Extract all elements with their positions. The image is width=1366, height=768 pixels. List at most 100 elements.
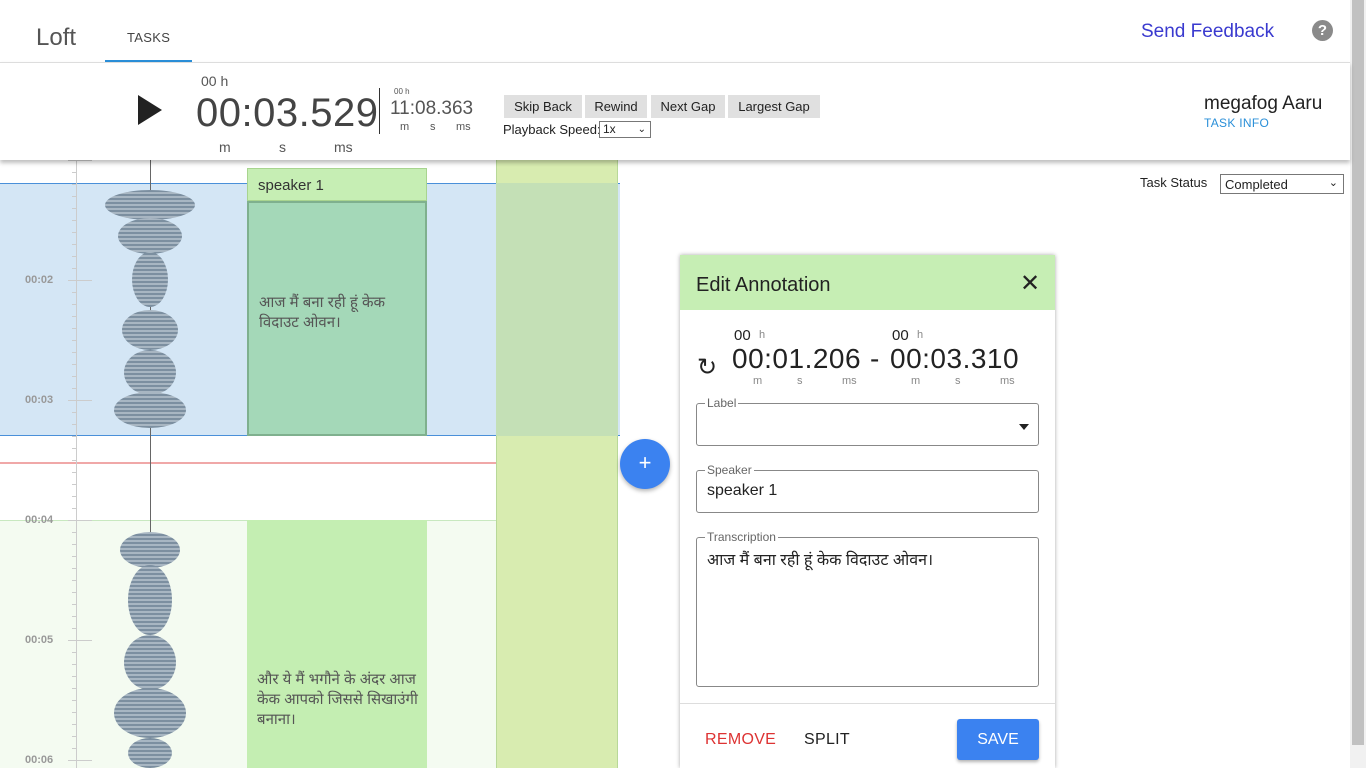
transcription-legend: Transcription bbox=[705, 530, 778, 544]
end-time[interactable]: 00:03.310 bbox=[890, 343, 1019, 375]
ruler-tick bbox=[72, 616, 77, 617]
annotation-text: आज मैं बना रही हूं केक विदाउट ओवन। bbox=[259, 294, 386, 331]
current-hours: 00 h bbox=[201, 73, 229, 89]
end-unit-milliseconds: ms bbox=[1000, 375, 1015, 387]
remove-button[interactable]: REMOVE bbox=[705, 731, 776, 749]
start-unit-minutes: m bbox=[753, 375, 763, 387]
label-legend: Label bbox=[705, 396, 739, 410]
playback-speed-value: 1x bbox=[603, 122, 616, 136]
ruler-tick bbox=[72, 496, 77, 497]
refresh-icon[interactable]: ↻ bbox=[697, 353, 717, 382]
ruler-tick bbox=[72, 556, 77, 557]
ruler-tick bbox=[72, 412, 77, 413]
waveform-peak bbox=[122, 310, 178, 350]
end-unit-seconds: s bbox=[955, 375, 961, 387]
close-icon[interactable]: ✕ bbox=[1020, 269, 1040, 298]
ruler-tick bbox=[72, 256, 77, 257]
speaker-value: speaker 1 bbox=[707, 482, 778, 499]
waveform-peak bbox=[118, 218, 182, 254]
ruler-tick bbox=[72, 532, 77, 533]
task-status-label: Task Status bbox=[1140, 175, 1208, 190]
ruler-tick bbox=[72, 472, 77, 473]
add-annotation-button[interactable]: + bbox=[620, 439, 670, 489]
annotation-text: और ये मैं भगौने के अंदर आज केक आपको जिसस… bbox=[257, 671, 418, 728]
send-feedback-link[interactable]: Send Feedback bbox=[1141, 21, 1274, 43]
waveform-peak bbox=[132, 252, 168, 307]
ruler-tick bbox=[72, 460, 77, 461]
play-icon[interactable] bbox=[138, 95, 162, 125]
ruler-tick bbox=[72, 568, 77, 569]
duration-unit-seconds: s bbox=[430, 121, 436, 133]
chevron-down-icon: ⌄ bbox=[1328, 177, 1338, 189]
ruler-tick bbox=[72, 352, 77, 353]
start-hours-unit: h bbox=[759, 329, 766, 341]
ruler-tick bbox=[72, 208, 77, 209]
next-gap-button[interactable]: Next Gap bbox=[651, 95, 725, 118]
ruler-tick bbox=[72, 316, 77, 317]
dialog-header: Edit Annotation ✕ bbox=[680, 255, 1055, 310]
ruler-tick bbox=[72, 688, 77, 689]
dialog-divider bbox=[680, 703, 1055, 704]
task-info-link[interactable]: TASK INFO bbox=[1204, 116, 1269, 130]
time-divider bbox=[379, 88, 380, 134]
help-circle-icon[interactable]: ? bbox=[1312, 20, 1333, 41]
duration-time: 11:08.363 bbox=[390, 98, 474, 119]
annotation-card[interactable]: और ये मैं भगौने के अंदर आज केक आपको जिसस… bbox=[247, 520, 427, 768]
dialog-title: Edit Annotation bbox=[696, 274, 831, 296]
time-label: 00:03 bbox=[25, 394, 54, 406]
waveform-peak bbox=[114, 392, 186, 428]
duration-unit-minutes: m bbox=[400, 121, 410, 133]
ruler-tick bbox=[72, 340, 77, 341]
transcription-value: आज मैं बना रही हूं केक विदाउट ओवन। bbox=[707, 552, 934, 569]
label-dropdown[interactable]: Label bbox=[696, 396, 1039, 446]
start-unit-milliseconds: ms bbox=[842, 375, 857, 387]
ruler-tick bbox=[72, 328, 77, 329]
ruler-tick bbox=[72, 724, 77, 725]
ruler-tick bbox=[68, 400, 92, 401]
annotation-card-selected[interactable]: आज मैं बना रही हूं केक विदाउट ओवन। bbox=[247, 201, 427, 436]
end-unit-minutes: m bbox=[911, 375, 921, 387]
save-button[interactable]: SAVE bbox=[957, 719, 1039, 760]
end-hours-unit: h bbox=[917, 329, 924, 341]
ruler-tick bbox=[72, 436, 77, 437]
playback-speed-select[interactable]: 1x ⌄ bbox=[599, 121, 651, 138]
unit-seconds: s bbox=[279, 139, 286, 155]
ruler-tick bbox=[72, 292, 77, 293]
ruler-tick bbox=[68, 280, 92, 281]
ruler-tick bbox=[72, 220, 77, 221]
transcription-field[interactable]: Transcription आज मैं बना रही हूं केक विद… bbox=[696, 530, 1039, 687]
waveform-peak bbox=[124, 350, 176, 395]
waveform-peak bbox=[128, 565, 172, 635]
largest-gap-button[interactable]: Largest Gap bbox=[728, 95, 820, 118]
ruler-tick bbox=[72, 424, 77, 425]
ruler-tick bbox=[72, 172, 77, 173]
task-status-select[interactable]: Completed ⌄ bbox=[1220, 174, 1344, 194]
speaker-field[interactable]: Speaker speaker 1 bbox=[696, 463, 1039, 513]
speaker-tag[interactable]: speaker 1 bbox=[247, 168, 427, 201]
top-nav: Loft TASKS Send Feedback ? bbox=[0, 0, 1350, 62]
timeline[interactable]: 00:02 00:03 00:04 00:05 00:06 speaker 1 … bbox=[0, 160, 620, 768]
speaker-column-selected bbox=[496, 183, 618, 436]
unit-milliseconds: ms bbox=[334, 139, 353, 155]
ruler-tick bbox=[68, 520, 92, 521]
ruler-tick bbox=[72, 268, 77, 269]
start-time[interactable]: 00:01.206 bbox=[732, 343, 861, 375]
tab-tasks[interactable]: TASKS bbox=[105, 0, 192, 62]
edit-annotation-dialog: Edit Annotation ✕ ↻ 00 h 00:01.206 m s m… bbox=[680, 255, 1055, 768]
ruler-tick bbox=[72, 388, 77, 389]
waveform-peak bbox=[105, 190, 195, 220]
ruler-tick bbox=[72, 712, 77, 713]
duration-hours: 00 h bbox=[394, 87, 410, 96]
page-scrollbar-thumb[interactable] bbox=[1352, 0, 1364, 745]
ruler-tick bbox=[72, 652, 77, 653]
waveform-peak bbox=[124, 635, 176, 690]
ruler-tick bbox=[72, 736, 77, 737]
start-hours: 00 bbox=[734, 327, 751, 344]
waveform-peak bbox=[120, 532, 180, 568]
time-label: 00:05 bbox=[25, 634, 54, 646]
rewind-button[interactable]: Rewind bbox=[585, 95, 647, 118]
ruler-tick bbox=[72, 304, 77, 305]
waveform-peak bbox=[114, 688, 186, 738]
skip-back-button[interactable]: Skip Back bbox=[504, 95, 582, 118]
split-button[interactable]: SPLIT bbox=[804, 731, 850, 749]
